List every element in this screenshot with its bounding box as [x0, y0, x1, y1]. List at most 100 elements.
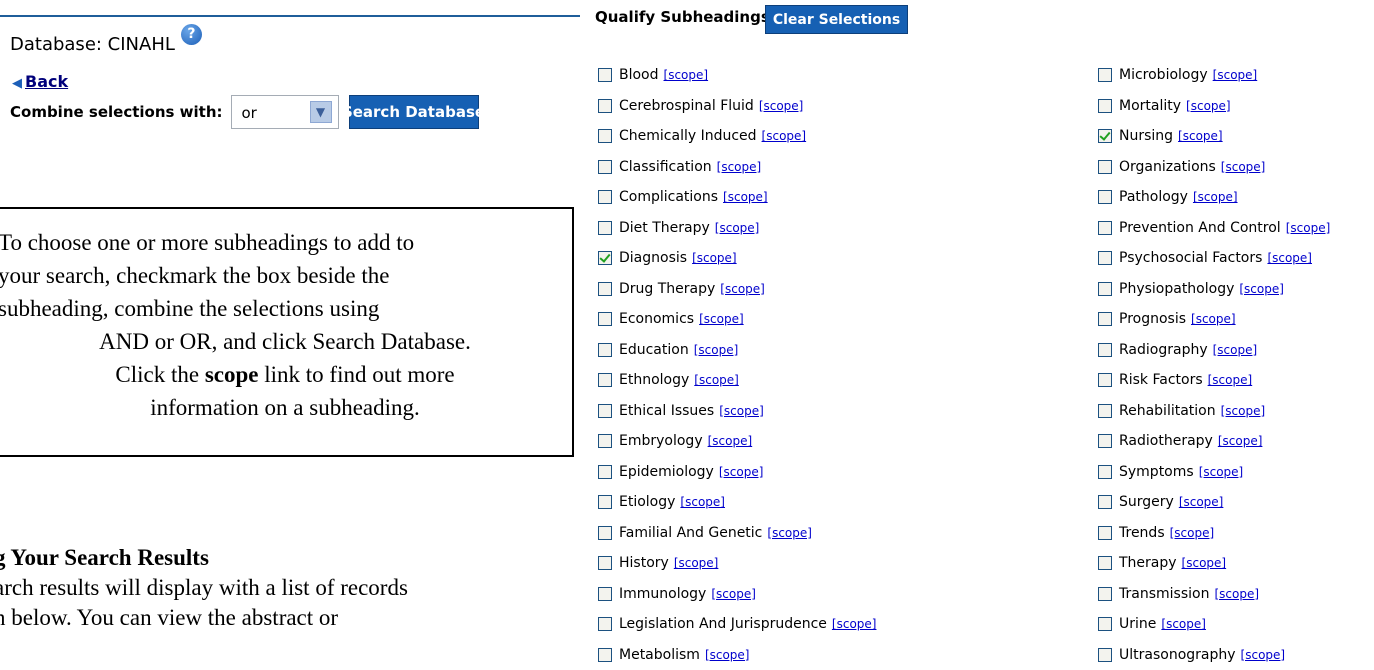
subheading-item: Trends[scope]: [1098, 518, 1330, 549]
subheading-checkbox[interactable]: [598, 587, 612, 601]
subheading-checkbox[interactable]: [598, 556, 612, 570]
subheading-checkbox[interactable]: [598, 617, 612, 631]
subheading-checkbox[interactable]: [1098, 556, 1112, 570]
back-link[interactable]: ◀Back: [12, 72, 68, 91]
scope-link[interactable]: [scope]: [767, 526, 812, 540]
scope-link[interactable]: [scope]: [719, 404, 764, 418]
scope-link[interactable]: [scope]: [723, 190, 768, 204]
subheading-checkbox[interactable]: [1098, 617, 1112, 631]
subheading-checkbox[interactable]: [1098, 221, 1112, 235]
subheading-checkbox[interactable]: [598, 221, 612, 235]
subheading-checkbox[interactable]: [598, 160, 612, 174]
scope-link[interactable]: [scope]: [1193, 190, 1238, 204]
scope-link[interactable]: [scope]: [694, 373, 739, 387]
question-circle-icon[interactable]: ?: [181, 24, 202, 45]
search-database-button[interactable]: Search Database: [349, 95, 479, 129]
scope-link[interactable]: [scope]: [694, 343, 739, 357]
subheading-label: Embryology: [619, 433, 703, 449]
scope-link[interactable]: [scope]: [1241, 648, 1286, 662]
subheading-item: Psychosocial Factors[scope]: [1098, 243, 1330, 274]
subheading-item: Epidemiology[scope]: [598, 457, 876, 488]
subheading-label: Metabolism: [619, 647, 700, 663]
scope-link[interactable]: [scope]: [1208, 373, 1253, 387]
subheading-checkbox[interactable]: [598, 190, 612, 204]
scope-link[interactable]: [scope]: [832, 617, 877, 631]
scope-link[interactable]: [scope]: [720, 282, 765, 296]
back-arrow-icon: ◀: [12, 76, 22, 91]
scope-link[interactable]: [scope]: [1286, 221, 1331, 235]
subheading-checkbox[interactable]: [598, 648, 612, 662]
subheading-checkbox[interactable]: [1098, 343, 1112, 357]
subheading-checkbox[interactable]: [1098, 648, 1112, 662]
subheading-checkbox[interactable]: [598, 373, 612, 387]
scope-link[interactable]: [scope]: [699, 312, 744, 326]
subheading-checkbox[interactable]: [598, 68, 612, 82]
scope-link[interactable]: [scope]: [759, 99, 804, 113]
scope-link[interactable]: [scope]: [680, 495, 725, 509]
scope-link[interactable]: [scope]: [692, 251, 737, 265]
subheading-checkbox[interactable]: [598, 434, 612, 448]
subheading-checkbox[interactable]: [598, 312, 612, 326]
scope-link[interactable]: [scope]: [711, 587, 756, 601]
scope-link[interactable]: [scope]: [705, 648, 750, 662]
subheading-checkbox[interactable]: [1098, 465, 1112, 479]
scope-link[interactable]: [scope]: [1221, 404, 1266, 418]
subheading-checkbox[interactable]: [1098, 434, 1112, 448]
subheading-checkbox[interactable]: [598, 343, 612, 357]
subheading-checkbox[interactable]: [1098, 282, 1112, 296]
subheading-checkbox[interactable]: [1098, 526, 1112, 540]
scope-link[interactable]: [scope]: [1199, 465, 1244, 479]
subheading-checkbox[interactable]: [1098, 312, 1112, 326]
clear-selections-button[interactable]: Clear Selections: [765, 5, 908, 34]
subheading-checkbox[interactable]: [1098, 99, 1112, 113]
database-title: Database: CINAHL ?: [10, 34, 202, 55]
subheading-item: History[scope]: [598, 548, 876, 579]
subheading-checkbox[interactable]: [1098, 160, 1112, 174]
scope-link[interactable]: [scope]: [1178, 129, 1223, 143]
scope-link[interactable]: [scope]: [719, 465, 764, 479]
subheading-label: Radiotherapy: [1119, 433, 1213, 449]
scope-link[interactable]: [scope]: [674, 556, 719, 570]
subheading-checkbox[interactable]: [598, 404, 612, 418]
scope-link[interactable]: [scope]: [1170, 526, 1215, 540]
scope-link[interactable]: [scope]: [1161, 617, 1206, 631]
subheading-checkbox[interactable]: [598, 465, 612, 479]
subheading-checkbox[interactable]: [1098, 129, 1112, 143]
scope-link[interactable]: [scope]: [1267, 251, 1312, 265]
scope-link[interactable]: [scope]: [664, 68, 709, 82]
subheading-checkbox[interactable]: [1098, 251, 1112, 265]
instructions-line: Click the scope link to find out more: [0, 358, 572, 391]
subheading-checkbox[interactable]: [1098, 587, 1112, 601]
subheading-label: Diet Therapy: [619, 220, 710, 236]
scope-link[interactable]: [scope]: [715, 221, 760, 235]
combine-select[interactable]: or ▼: [231, 95, 339, 129]
scope-link[interactable]: [scope]: [762, 129, 807, 143]
scope-link[interactable]: [scope]: [1213, 68, 1258, 82]
scope-link[interactable]: [scope]: [717, 160, 762, 174]
subheading-checkbox[interactable]: [1098, 404, 1112, 418]
subheading-checkbox[interactable]: [1098, 373, 1112, 387]
subheading-checkbox[interactable]: [598, 282, 612, 296]
subheading-checkbox[interactable]: [1098, 495, 1112, 509]
scope-link[interactable]: [scope]: [1182, 556, 1227, 570]
scope-link[interactable]: [scope]: [1213, 343, 1258, 357]
scope-link[interactable]: [scope]: [1191, 312, 1236, 326]
chevron-down-icon[interactable]: ▼: [310, 101, 332, 123]
subheading-checkbox[interactable]: [598, 129, 612, 143]
scope-link[interactable]: [scope]: [1186, 99, 1231, 113]
scope-link[interactable]: [scope]: [1239, 282, 1284, 296]
scope-link[interactable]: [scope]: [708, 434, 753, 448]
combine-row: Combine selections with: or ▼ Search Dat…: [10, 94, 479, 130]
scope-link[interactable]: [scope]: [1179, 495, 1224, 509]
subheading-checkbox[interactable]: [598, 99, 612, 113]
subheading-checkbox[interactable]: [1098, 190, 1112, 204]
scope-link[interactable]: [scope]: [1214, 587, 1259, 601]
subheading-item: Immunology[scope]: [598, 579, 876, 610]
scope-link[interactable]: [scope]: [1221, 160, 1266, 174]
scope-link[interactable]: [scope]: [1218, 434, 1263, 448]
subheading-label: Physiopathology: [1119, 281, 1234, 297]
subheading-checkbox[interactable]: [1098, 68, 1112, 82]
subheading-checkbox[interactable]: [598, 495, 612, 509]
subheading-checkbox[interactable]: [598, 251, 612, 265]
subheading-checkbox[interactable]: [598, 526, 612, 540]
